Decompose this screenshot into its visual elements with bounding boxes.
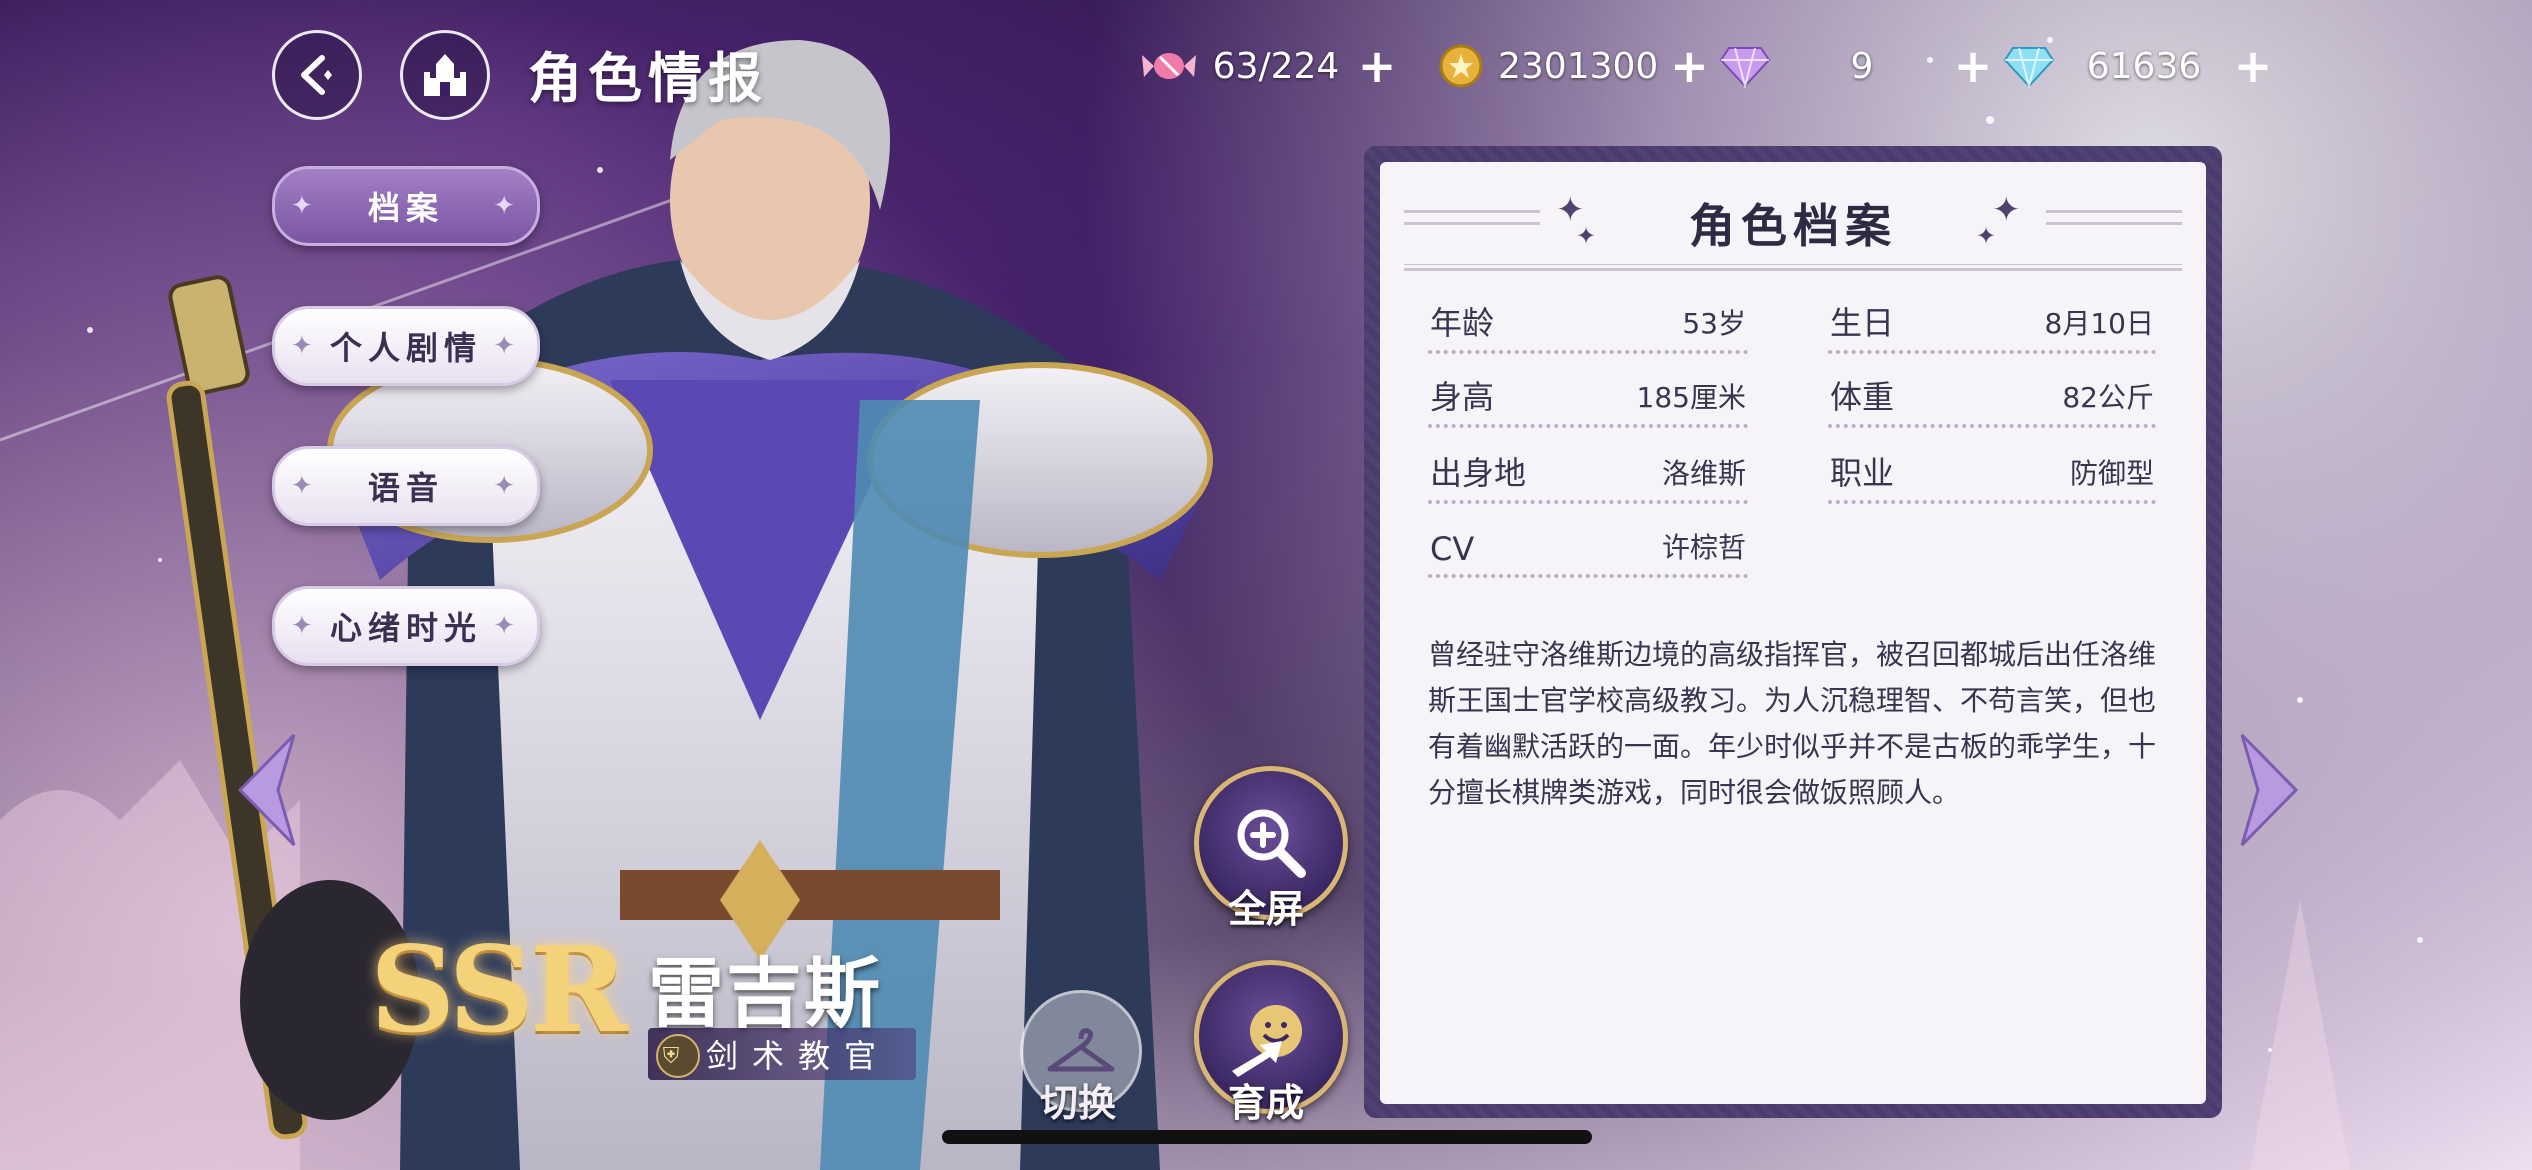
add-candy-button[interactable]: +: [1354, 39, 1400, 93]
menu-item-voice[interactable]: ✦ 语音 ✦: [272, 446, 540, 526]
field-job: 职业 防御型: [1828, 444, 2156, 504]
header-divider: [1404, 264, 2182, 265]
home-indicator[interactable]: [942, 1130, 1592, 1144]
field-value: 许棕哲: [1661, 531, 1746, 564]
page-title: 角色情报: [528, 47, 768, 110]
sparkle-icon: ✦: [493, 191, 521, 221]
field-value: 洛维斯: [1661, 457, 1746, 490]
level-up-icon: [1232, 1005, 1302, 1077]
field-key: 身高: [1430, 378, 1495, 416]
field-key: 体重: [1830, 378, 1895, 416]
blue-diamond-icon: [2000, 40, 2058, 92]
purple-gem-icon: [1716, 40, 1774, 92]
menu-item-label: 语音: [367, 469, 444, 507]
home-button[interactable]: [400, 30, 490, 120]
defense-class-icon: ⛨: [656, 1034, 700, 1078]
menu-item-label: 个人剧情: [329, 329, 482, 367]
purple-gem-currency: 9 +: [1716, 39, 1996, 93]
menu-item-moments[interactable]: ✦ 心绪时光 ✦: [272, 586, 540, 666]
gold-coin-icon: [1432, 40, 1490, 92]
field-value: 185厘米: [1636, 381, 1746, 414]
field-birthday: 生日 8月10日: [1828, 294, 2156, 354]
field-age: 年龄 53岁: [1428, 294, 1748, 354]
header-divider: [1404, 268, 2182, 271]
field-key: 出身地: [1430, 454, 1527, 492]
sparkle-icon: ✦: [493, 611, 521, 641]
field-value: 防御型: [2069, 457, 2154, 490]
field-key: 职业: [1830, 454, 1895, 492]
gold-value: 2301300: [1498, 45, 1659, 87]
back-arrow-icon: [301, 55, 332, 95]
sparkle-icon: ✦: [291, 191, 319, 221]
candy-currency: 63/224 +: [1140, 39, 1400, 93]
train-label: 育成: [1227, 1081, 1304, 1125]
menu-item-label: 心绪时光: [329, 609, 482, 647]
sparkle-icon: ✦: [291, 471, 319, 501]
fullscreen-label: 全屏: [1227, 887, 1304, 931]
add-diamond-button[interactable]: +: [2230, 39, 2276, 93]
profile-panel-header: ✦ ✦ ✦ ✦ 角色档案: [1380, 186, 2206, 266]
field-key: 生日: [1830, 304, 1895, 342]
field-origin: 出身地 洛维斯: [1428, 444, 1748, 504]
menu-item-label: 档案: [367, 189, 444, 227]
next-character-arrow-icon[interactable]: [2232, 730, 2302, 850]
sparkle-icon: ✦: [493, 331, 521, 361]
sparkle-icon: ✦: [291, 331, 319, 361]
add-gold-button[interactable]: +: [1666, 39, 1712, 93]
candy-value: 63/224: [1212, 45, 1340, 87]
character-name: 雷吉斯: [648, 949, 882, 1038]
zoom-in-icon: [1237, 809, 1306, 878]
character-title-label: 剑术教官: [706, 1037, 891, 1075]
field-key: CV: [1430, 530, 1475, 568]
castle-icon: [424, 54, 466, 96]
field-weight: 体重 82公斤: [1828, 368, 2156, 428]
add-purple-gem-button[interactable]: +: [1950, 39, 1996, 93]
switch-label: 切换: [1039, 1081, 1116, 1125]
diamond-value: 61636: [2086, 45, 2202, 87]
field-height: 身高 185厘米: [1428, 368, 1748, 428]
sparkle-icon: ✦: [291, 611, 319, 641]
field-value: 53岁: [1682, 307, 1746, 340]
field-value: 8月10日: [2044, 307, 2154, 340]
hanger-icon: [1047, 1028, 1115, 1072]
rarity-badge: SSR: [370, 920, 628, 1059]
back-button[interactable]: [272, 30, 362, 120]
sparkle-icon: ✦: [493, 471, 521, 501]
field-key: 年龄: [1430, 304, 1495, 342]
gold-currency: 2301300 +: [1432, 39, 1712, 93]
purple-gem-value: 9: [1850, 45, 1874, 87]
previous-character-arrow-icon[interactable]: [234, 730, 304, 850]
field-cv: CV 许棕哲: [1428, 518, 1748, 578]
menu-item-profile[interactable]: ✦ 档案 ✦: [272, 166, 540, 246]
field-value: 82公斤: [2062, 381, 2154, 414]
menu-item-story[interactable]: ✦ 个人剧情 ✦: [272, 306, 540, 386]
candy-icon: [1140, 40, 1198, 92]
character-description: 曾经驻守洛维斯边境的高级指挥官，被召回都城后出任洛维斯王国士官学校高级教习。为人…: [1428, 638, 2157, 809]
diamond-currency: 61636 +: [2000, 39, 2276, 93]
character-title: ⛨ 剑术教官: [648, 1028, 917, 1080]
profile-panel: ✦ ✦ ✦ ✦ 角色档案 年龄 53岁 生日 8月10日 身高 185厘米 体重…: [1380, 162, 2206, 1104]
profile-title: 角色档案: [1689, 199, 1897, 253]
